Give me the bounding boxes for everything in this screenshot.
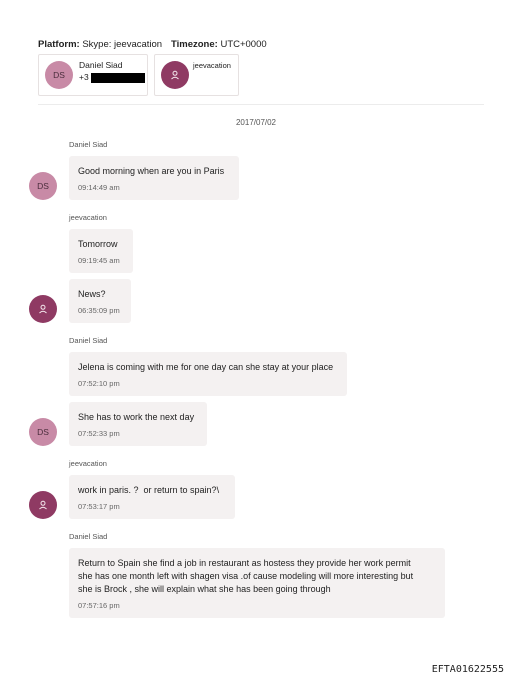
message-bubble: work in paris. ? or return to spain?\ 07… xyxy=(69,475,235,519)
message-text: Tomorrow xyxy=(78,239,118,249)
participant-name: Daniel Siad xyxy=(79,60,123,70)
message-text: Return to Spain she find a job in restau… xyxy=(78,558,414,594)
message-text: She has to work the next day xyxy=(78,412,195,422)
message-text: work in paris. ? or return to spain?\ xyxy=(78,485,220,495)
person-icon xyxy=(171,70,179,80)
document-id: EFTA01622555 xyxy=(431,664,504,675)
message-bubble: Return to Spain she find a job in restau… xyxy=(69,548,445,618)
header-divider xyxy=(38,104,484,105)
message-time: 09:14:49 am xyxy=(78,183,120,192)
sender-name: Daniel Siad xyxy=(69,532,108,541)
person-icon xyxy=(39,304,47,314)
sender-name: jeevacation xyxy=(69,213,107,222)
message-text: News? xyxy=(78,289,106,299)
participant-phone: +3 xyxy=(79,72,145,83)
conversation-date: 2017/07/02 xyxy=(235,118,277,127)
message-bubble: Good morning when are you in Paris 09:14… xyxy=(69,156,239,200)
message-time: 09:19:45 am xyxy=(78,256,120,265)
message-bubble: She has to work the next day 07:52:33 pm xyxy=(69,402,207,446)
timezone-value: UTC+0000 xyxy=(220,39,267,50)
message-bubble: News? 06:35:09 pm xyxy=(69,279,131,323)
participant-name: jeevacation xyxy=(193,61,231,70)
message-text: Jelena is coming with me for one day can… xyxy=(78,362,334,372)
message-time: 07:53:17 pm xyxy=(78,502,120,511)
platform-value: Skype: jeevacation xyxy=(82,39,163,50)
platform-label: Platform: xyxy=(38,39,80,50)
sender-name: jeevacation xyxy=(69,459,107,468)
avatar xyxy=(29,491,57,519)
message-bubble: Jelena is coming with me for one day can… xyxy=(69,352,347,396)
message-time: 07:52:10 pm xyxy=(78,379,120,388)
avatar xyxy=(29,295,57,323)
sender-name: Daniel Siad xyxy=(69,336,108,345)
participant-card-daniel: DS Daniel Siad +3 xyxy=(38,54,148,96)
avatar: DS xyxy=(29,418,57,446)
redaction-bar xyxy=(90,72,145,83)
message-time: 07:57:16 pm xyxy=(78,601,120,610)
avatar xyxy=(161,61,189,89)
message-time: 07:52:33 pm xyxy=(78,429,120,438)
avatar: DS xyxy=(29,172,57,200)
avatar: DS xyxy=(45,61,73,89)
conversation-header: Platform: Skype: jeevacation Timezone: U… xyxy=(38,39,267,50)
message-time: 06:35:09 pm xyxy=(78,306,120,315)
person-icon xyxy=(39,500,47,510)
message-bubble: Tomorrow 09:19:45 am xyxy=(69,229,133,273)
timezone-label: Timezone: xyxy=(171,39,218,50)
sender-name: Daniel Siad xyxy=(69,140,108,149)
participant-card-jeevacation: jeevacation xyxy=(154,54,239,96)
message-text: Good morning when are you in Paris xyxy=(78,166,225,176)
